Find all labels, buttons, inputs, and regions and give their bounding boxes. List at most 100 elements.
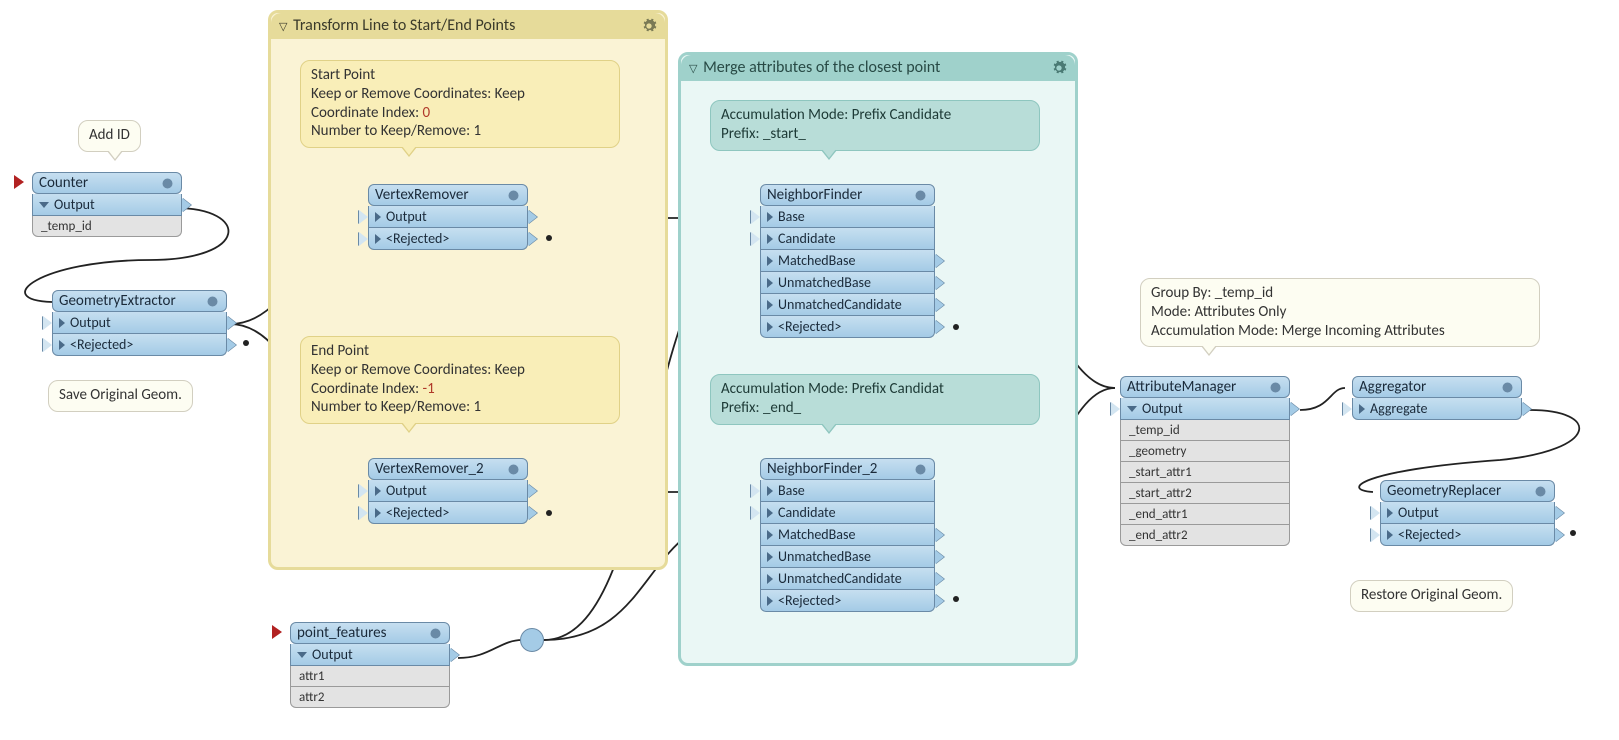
node-attribute-manager[interactable]: AttributeManager Output _temp_id _geomet… xyxy=(1120,376,1290,546)
node-aggregator[interactable]: Aggregator Aggregate xyxy=(1352,376,1522,420)
junction-node[interactable] xyxy=(520,628,544,652)
gear-icon[interactable] xyxy=(913,462,928,477)
node-vr2-head[interactable]: VertexRemover_2 xyxy=(368,458,528,480)
port-vr1-output[interactable]: Output xyxy=(368,206,528,228)
gear-icon[interactable] xyxy=(1533,484,1548,499)
port-nf2-unmatchedbase[interactable]: UnmatchedBase xyxy=(760,546,935,568)
callout-restore-text: Restore Original Geom. xyxy=(1361,586,1502,604)
node-vr1-name: VertexRemover xyxy=(375,186,469,204)
play-icon xyxy=(767,486,773,496)
port-am-output-label: Output xyxy=(1142,400,1183,417)
port-gr-output-label: Output xyxy=(1398,504,1439,521)
gear-icon[interactable] xyxy=(641,18,657,34)
play-icon xyxy=(375,508,381,518)
node-vr2-name: VertexRemover_2 xyxy=(375,460,484,478)
play-icon xyxy=(375,486,381,496)
attr-am-5: _end_attr2 xyxy=(1120,525,1290,546)
node-nf1-head[interactable]: NeighborFinder xyxy=(760,184,935,206)
gear-icon[interactable] xyxy=(1268,380,1283,395)
node-counter-head[interactable]: Counter xyxy=(32,172,182,194)
bookmark-transform-title[interactable]: ▽ Transform Line to Start/End Points xyxy=(271,13,665,39)
callout-end-l1: Keep or Remove Coordinates: Keep xyxy=(311,361,609,380)
port-nf1-base[interactable]: Base xyxy=(760,206,935,228)
port-nf2-candidate[interactable]: Candidate xyxy=(760,502,935,524)
port-nf1-matchedbase[interactable]: MatchedBase xyxy=(760,250,935,272)
port-vr2-rejected-label: <Rejected> xyxy=(386,504,449,521)
callout-am-l3: Accumulation Mode: Merge Incoming Attrib… xyxy=(1151,322,1529,341)
callout-save-geom: Save Original Geom. xyxy=(48,380,193,412)
collapse-icon[interactable]: ▽ xyxy=(689,62,697,75)
play-icon xyxy=(767,322,773,332)
node-nf2-head[interactable]: NeighborFinder_2 xyxy=(760,458,935,480)
play-icon xyxy=(59,318,65,328)
node-neighbor-finder[interactable]: NeighborFinder Base Candidate MatchedBas… xyxy=(760,184,935,338)
attr-am-4: _end_attr1 xyxy=(1120,504,1290,525)
port-geomex-output-label: Output xyxy=(70,314,111,331)
port-pf-output[interactable]: Output xyxy=(290,644,450,666)
port-am-output[interactable]: Output xyxy=(1120,398,1290,420)
port-geomex-rejected[interactable]: <Rejected> xyxy=(52,334,227,356)
bookmark-merge-title[interactable]: ▽ Merge attributes of the closest point xyxy=(681,55,1075,81)
node-geometry-replacer[interactable]: GeometryReplacer Output <Rejected> xyxy=(1380,480,1555,546)
port-geomex-rejected-label: <Rejected> xyxy=(70,336,133,353)
gear-icon[interactable] xyxy=(160,176,175,191)
callout-end-l2: Coordinate Index: -1 xyxy=(311,380,609,399)
port-gr-output[interactable]: Output xyxy=(1380,502,1555,524)
gear-icon[interactable] xyxy=(428,626,443,641)
node-vertex-remover[interactable]: VertexRemover Output <Rejected> xyxy=(368,184,528,250)
port-nf1-unmatchedcandidate[interactable]: UnmatchedCandidate xyxy=(760,294,935,316)
play-icon xyxy=(767,574,773,584)
node-counter[interactable]: Counter Output _temp_id xyxy=(32,172,182,237)
callout-start-l3: Number to Keep/Remove: 1 xyxy=(311,122,609,141)
gear-icon[interactable] xyxy=(506,462,521,477)
port-vr2-rejected[interactable]: <Rejected> xyxy=(368,502,528,524)
gear-icon[interactable] xyxy=(205,294,220,309)
port-nf1-candidate[interactable]: Candidate xyxy=(760,228,935,250)
node-point-features[interactable]: point_features Output attr1 attr2 xyxy=(290,622,450,708)
port-nf2-rejected[interactable]: <Rejected> xyxy=(760,590,935,612)
callout-nf2-l1: Accumulation Mode: Prefix Candidat xyxy=(721,380,1029,399)
callout-add-id-text: Add ID xyxy=(89,126,130,144)
callout-restore-geom: Restore Original Geom. xyxy=(1350,580,1513,612)
play-icon xyxy=(767,278,773,288)
port-nf2-unmatchedcandidate[interactable]: UnmatchedCandidate xyxy=(760,568,935,590)
node-neighbor-finder-2[interactable]: NeighborFinder_2 Base Candidate MatchedB… xyxy=(760,458,935,612)
gear-icon[interactable] xyxy=(1051,60,1067,76)
port-pf-output-label: Output xyxy=(312,646,353,663)
callout-end-title: End Point xyxy=(311,342,609,361)
gear-icon[interactable] xyxy=(913,188,928,203)
port-counter-output[interactable]: Output xyxy=(32,194,182,216)
attr-am-1: _geometry xyxy=(1120,441,1290,462)
port-vr2-output[interactable]: Output xyxy=(368,480,528,502)
input-marker-icon xyxy=(272,625,282,639)
port-counter-output-label: Output xyxy=(54,196,95,213)
port-gr-rejected-label: <Rejected> xyxy=(1398,526,1461,543)
port-nf1-unmatchedbase[interactable]: UnmatchedBase xyxy=(760,272,935,294)
node-vertex-remover-2[interactable]: VertexRemover_2 Output <Rejected> xyxy=(368,458,528,524)
port-nf1-rejected[interactable]: <Rejected> xyxy=(760,316,935,338)
node-vr1-head[interactable]: VertexRemover xyxy=(368,184,528,206)
port-nf2-base[interactable]: Base xyxy=(760,480,935,502)
attr-am-2: _start_attr1 xyxy=(1120,462,1290,483)
node-am-head[interactable]: AttributeManager xyxy=(1120,376,1290,398)
port-vr1-rejected[interactable]: <Rejected> xyxy=(368,228,528,250)
callout-save-geom-text: Save Original Geom. xyxy=(59,386,182,404)
node-pf-head[interactable]: point_features xyxy=(290,622,450,644)
node-geometry-extractor[interactable]: GeometryExtractor Output <Rejected> xyxy=(52,290,227,356)
node-agg-head[interactable]: Aggregator xyxy=(1352,376,1522,398)
gear-icon[interactable] xyxy=(1500,380,1515,395)
node-gr-head[interactable]: GeometryReplacer xyxy=(1380,480,1555,502)
port-gr-rejected[interactable]: <Rejected> xyxy=(1380,524,1555,546)
play-icon xyxy=(767,508,773,518)
node-geomex-head[interactable]: GeometryExtractor xyxy=(52,290,227,312)
play-icon xyxy=(375,234,381,244)
node-gr-name: GeometryReplacer xyxy=(1387,482,1501,500)
rejected-terminator-icon xyxy=(243,340,249,346)
port-agg-aggregate[interactable]: Aggregate xyxy=(1352,398,1522,420)
play-icon xyxy=(1387,530,1393,540)
port-geomex-output[interactable]: Output xyxy=(52,312,227,334)
collapse-icon[interactable]: ▽ xyxy=(279,20,287,33)
port-nf2-matchedbase[interactable]: MatchedBase xyxy=(760,524,935,546)
gear-icon[interactable] xyxy=(506,188,521,203)
attr-am-3: _start_attr2 xyxy=(1120,483,1290,504)
